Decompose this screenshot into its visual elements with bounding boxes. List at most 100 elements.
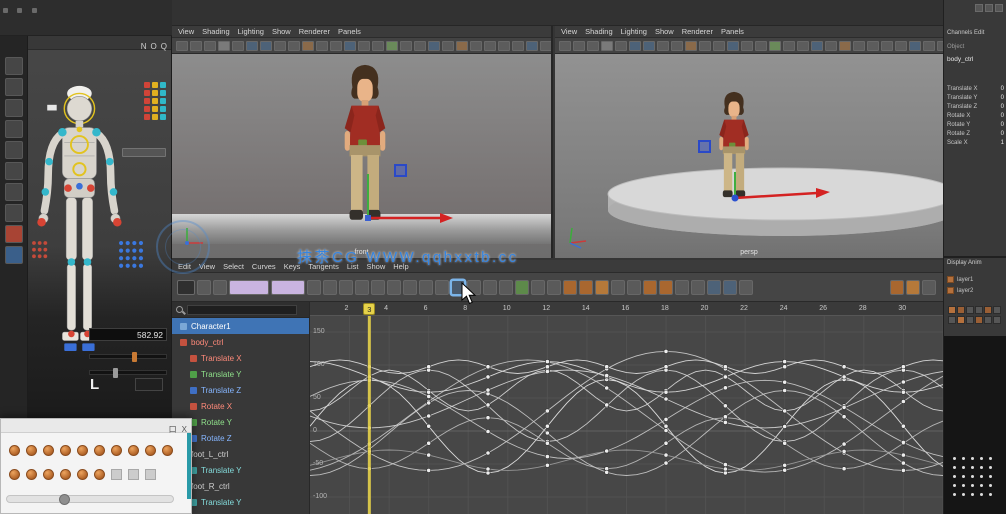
- panel-button-icon[interactable]: [995, 4, 1003, 12]
- keyframe-dot[interactable]: [545, 409, 549, 413]
- keyframe-dot[interactable]: [486, 388, 490, 392]
- viewport-tool-icon[interactable]: [302, 41, 314, 51]
- keyframe-dot[interactable]: [664, 390, 668, 394]
- keyframe-dot[interactable]: [605, 386, 609, 390]
- current-frame-marker[interactable]: 3: [363, 303, 375, 315]
- visibility-toggle[interactable]: [152, 90, 158, 96]
- channel-attribute-row[interactable]: Translate Y0: [947, 95, 1004, 104]
- viewport-tool-icon[interactable]: [601, 41, 613, 51]
- channel-attribute-row[interactable]: Rotate Y0: [947, 122, 1004, 131]
- outliner-row[interactable]: Character1: [172, 318, 309, 334]
- attribute-value[interactable]: 0: [1001, 95, 1004, 104]
- graph-tool-icon[interactable]: [483, 280, 497, 295]
- viewport-tool-icon[interactable]: [274, 41, 286, 51]
- outliner-row[interactable]: Rotate Z: [172, 430, 309, 446]
- graph-tool-icon[interactable]: [906, 280, 920, 295]
- keyframe-dot[interactable]: [783, 380, 787, 384]
- toolbox-color-swatch-red[interactable]: [5, 225, 23, 243]
- keyframe-dot[interactable]: [901, 365, 905, 369]
- slider-thumb[interactable]: [132, 352, 137, 362]
- keyframe-dot[interactable]: [723, 467, 727, 471]
- graph-tool-icon[interactable]: [339, 280, 353, 295]
- viewport-tool-icon[interactable]: [218, 41, 230, 51]
- vp2-menu-view[interactable]: View: [561, 27, 577, 36]
- graph-tool-icon[interactable]: [579, 280, 593, 295]
- manipulator-center[interactable]: [365, 215, 371, 221]
- visibility-toggle[interactable]: [152, 82, 158, 88]
- keyframe-dot[interactable]: [842, 415, 846, 419]
- visibility-toggle[interactable]: [160, 114, 166, 120]
- graph-tool-icon[interactable]: [627, 280, 641, 295]
- graph-tool-icon[interactable]: [515, 280, 529, 295]
- keyframe-dot[interactable]: [427, 394, 431, 398]
- outliner-row[interactable]: body_ctrl: [172, 334, 309, 350]
- layer-row[interactable]: layer2: [947, 285, 1004, 296]
- shelf-item-icon[interactable]: [162, 445, 173, 456]
- object-name[interactable]: body_ctrl: [947, 56, 973, 63]
- viewport-persp-canvas[interactable]: persp: [555, 54, 943, 258]
- keyframe-dot[interactable]: [783, 424, 787, 428]
- keyframe-dot[interactable]: [545, 441, 549, 445]
- graph-tool-icon[interactable]: [739, 280, 753, 295]
- viewport-tool-icon[interactable]: [867, 41, 879, 51]
- window-minimize-icon[interactable]: [17, 8, 22, 13]
- viewport-tool-icon[interactable]: [316, 41, 328, 51]
- keyframe-dot[interactable]: [783, 360, 787, 364]
- layer-grid-icon[interactable]: [993, 306, 1001, 314]
- time-ruler[interactable]: 3 24681012141618202224262830: [310, 302, 943, 316]
- graph-tool-icon[interactable]: [723, 280, 737, 295]
- keyframe-dot[interactable]: [605, 470, 609, 474]
- visibility-toggle[interactable]: [160, 98, 166, 104]
- viewport-tool-icon[interactable]: [895, 41, 907, 51]
- channel-attribute-row[interactable]: Translate X0: [947, 86, 1004, 95]
- channel-box-menu[interactable]: Channels Edit: [947, 30, 984, 36]
- keyframe-dot[interactable]: [427, 414, 431, 418]
- keyframe-dot[interactable]: [605, 374, 609, 378]
- viewport-tool-icon[interactable]: [512, 41, 524, 51]
- keyframe-dot[interactable]: [486, 429, 490, 433]
- shelf-item-icon[interactable]: [145, 445, 156, 456]
- channel-attribute-row[interactable]: Rotate Z0: [947, 131, 1004, 140]
- search-input[interactable]: [187, 305, 297, 315]
- shelf-item-icon[interactable]: [43, 445, 54, 456]
- visibility-toggle[interactable]: [144, 106, 150, 112]
- layer-grid-icon[interactable]: [948, 306, 956, 314]
- viewport-tool-icon[interactable]: [232, 41, 244, 51]
- viewport-tool-icon[interactable]: [727, 41, 739, 51]
- layer-grid-icon[interactable]: [966, 306, 974, 314]
- keyframe-dot[interactable]: [723, 420, 727, 424]
- shelf-item-icon[interactable]: [128, 445, 139, 456]
- viewport-tool-icon[interactable]: [498, 41, 510, 51]
- layer-color-icon[interactable]: [947, 276, 954, 283]
- visibility-toggle[interactable]: [144, 82, 150, 88]
- shelf-window-button[interactable]: 口: [169, 425, 177, 434]
- graph-tool-icon[interactable]: [499, 280, 513, 295]
- visibility-toggle[interactable]: [152, 106, 158, 112]
- curve-plot[interactable]: [310, 316, 943, 514]
- keyframe-dot[interactable]: [427, 441, 431, 445]
- keyframe-dot[interactable]: [605, 403, 609, 407]
- layer-grid-icon[interactable]: [957, 316, 965, 324]
- channel-attribute-row[interactable]: Rotate X0: [947, 113, 1004, 122]
- translate-manipulator[interactable]: [358, 172, 458, 236]
- keyframe-dot[interactable]: [901, 468, 905, 472]
- panel-button-icon[interactable]: [985, 4, 993, 12]
- keyframe-dot[interactable]: [901, 424, 905, 428]
- keyframe-dot[interactable]: [783, 441, 787, 445]
- picker-dropdown-button[interactable]: [122, 148, 166, 157]
- viewport-tool-icon[interactable]: [643, 41, 655, 51]
- picker-neck-control[interactable]: [77, 127, 83, 133]
- vp2-menu-shading[interactable]: Shading: [585, 27, 613, 36]
- keyframe-dot[interactable]: [486, 451, 490, 455]
- vp2-menu-lighting[interactable]: Lighting: [621, 27, 647, 36]
- keyframe-dot[interactable]: [486, 471, 490, 475]
- keyframe-dot[interactable]: [723, 375, 727, 379]
- keyframe-dot[interactable]: [664, 397, 668, 401]
- viewport-tool-icon[interactable]: [260, 41, 272, 51]
- toolbox-color-swatch-blue[interactable]: [5, 246, 23, 264]
- keyframe-dot[interactable]: [723, 386, 727, 390]
- attribute-value[interactable]: 1: [1001, 140, 1004, 149]
- viewport-tool-icon[interactable]: [839, 41, 851, 51]
- graph-tool-icon[interactable]: [213, 280, 227, 295]
- viewport-tool-icon[interactable]: [559, 41, 571, 51]
